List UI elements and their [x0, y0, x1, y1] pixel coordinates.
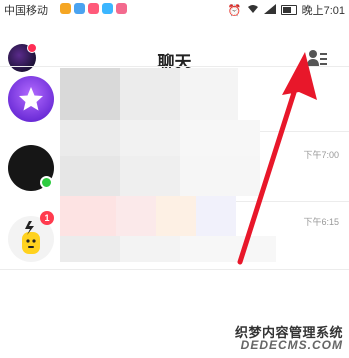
online-status-dot	[40, 176, 53, 189]
header: 聊天	[0, 18, 349, 72]
divider	[0, 66, 349, 67]
chat-time: 下午6:15	[303, 217, 339, 227]
battery-icon	[280, 5, 297, 15]
chat-time: 下午7:00	[303, 150, 339, 160]
carrier-label: 中国移动	[4, 5, 48, 17]
signal-icon	[263, 3, 276, 17]
status-bar: 中国移动 ⏰ 晚上7:01	[0, 0, 349, 18]
watermark: 织梦内容管理系统 DEDECMS.COM	[235, 326, 343, 352]
app-notification-icon	[116, 3, 127, 14]
divider	[0, 269, 349, 270]
clock-label: 晚上7:01	[301, 5, 345, 17]
app-notification-icon	[88, 3, 99, 14]
wifi-icon	[247, 4, 259, 17]
app-notification-icon	[60, 3, 71, 14]
alarm-icon: ⏰	[227, 4, 242, 17]
unread-badge: 1	[40, 211, 54, 225]
star-icon	[19, 87, 43, 111]
app-notification-icon	[102, 3, 113, 14]
contacts-icon[interactable]	[307, 49, 327, 67]
app-notification-icon	[74, 3, 85, 14]
watermark-domain: DEDECMS.COM	[240, 338, 343, 352]
notification-icons	[60, 3, 127, 14]
chat-avatar	[8, 76, 54, 122]
